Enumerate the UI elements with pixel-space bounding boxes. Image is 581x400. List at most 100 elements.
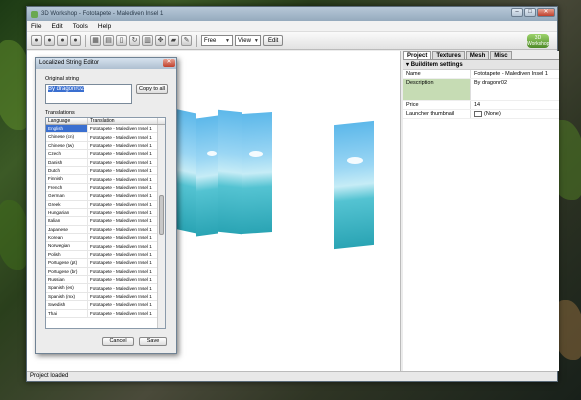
table-row[interactable]: Finnish Fototapete - Malediven Insel 1 [46,175,165,184]
translation-cell[interactable]: Fototapete - Malediven Insel 1 [88,311,158,316]
property-row-name[interactable]: Name Fototapete - Malediven Insel 1 [403,70,559,79]
language-cell[interactable]: Chinese (tw) [46,141,88,150]
translation-cell[interactable]: Fototapete - Malediven Insel 1 [88,143,158,148]
table-row[interactable]: Spanish (es) Fototapete - Malediven Insel… [46,284,165,293]
original-string-input[interactable]: By dragonr02 [45,84,132,104]
maximize-button[interactable]: □ [524,8,536,17]
table-row[interactable]: German Fototapete - Malediven Insel 1 [46,192,165,201]
language-cell[interactable]: Greek [46,200,88,208]
table-row[interactable]: Czech Fototapete - Malediven Insel 1 [46,150,165,159]
translation-cell[interactable]: Fototapete - Malediven Insel 1 [88,126,158,131]
page-icon[interactable]: ▯ [116,35,127,46]
menu-help[interactable]: Help [98,23,111,30]
property-row-price[interactable]: Price 14 [403,101,559,110]
menu-edit[interactable]: Edit [51,23,62,30]
table-row[interactable]: Portugese (br) Fototapete - Malediven Ins… [46,267,165,277]
translation-cell[interactable]: Fototapete - Malediven Insel 1 [88,227,158,232]
copy-to-all-button[interactable]: Copy to all [136,84,168,94]
table-row[interactable]: Dutch Fototapete - Malediven Insel 1 [46,166,165,176]
translation-cell[interactable]: Fototapete - Malediven Insel 1 [88,151,158,156]
language-cell[interactable]: Polish [46,250,88,259]
column-translation[interactable]: Translation [88,118,158,124]
language-cell[interactable]: Swedish [46,301,88,309]
dialog-title-bar[interactable]: Localized String Editor ✕ [36,58,176,69]
translation-cell[interactable]: Fototapete - Malediven Insel 1 [88,160,158,165]
move-icon[interactable]: ✥ [155,35,166,46]
language-cell[interactable]: Chinese (cn) [46,133,88,141]
translation-cell[interactable]: Fototapete - Malediven Insel 1 [88,269,158,274]
scrollbar-thumb[interactable] [159,195,164,235]
pencil-icon[interactable]: ✎ [181,35,192,46]
table-row[interactable]: Greek Fototapete - Malediven Insel 1 [46,200,165,209]
translation-cell[interactable]: Fototapete - Malediven Insel 1 [88,244,158,249]
title-bar[interactable]: 3D Workshop - Fototapete - Malediven Ins… [27,7,557,21]
cancel-button[interactable]: Cancel [102,337,134,346]
language-cell[interactable]: Hungarian [46,208,88,217]
rotate-icon[interactable]: ↻ [129,35,140,46]
translation-cell[interactable]: Fototapete - Malediven Insel 1 [88,193,158,198]
language-cell[interactable]: Thai [46,309,88,317]
minimize-button[interactable]: – [511,8,523,17]
thumbnail-swatch[interactable] [474,111,482,117]
translation-cell[interactable]: Fototapete - Malediven Insel 1 [88,210,158,215]
close-button[interactable]: ✕ [537,8,555,17]
translation-cell[interactable]: Fototapete - Malediven Insel 1 [88,135,158,140]
language-cell[interactable]: Spanish (mx) [46,292,88,301]
table-row[interactable]: Japanese Fototapete - Malediven Insel 1 [46,225,165,235]
open-icon[interactable]: ● [44,35,55,46]
table-row[interactable]: Korean Fototapete - Malediven Insel 1 [46,234,165,243]
document-icon[interactable]: ▤ [103,35,114,46]
language-cell[interactable]: Portugese (pt) [46,259,88,267]
table-row[interactable]: Swedish Fototapete - Malediven Insel 1 [46,301,165,310]
paint-icon[interactable]: ▰ [168,35,179,46]
table-row[interactable]: Danish Fototapete - Malediven Insel 1 [46,158,165,167]
export-icon[interactable]: ● [70,35,81,46]
translation-cell[interactable]: Fototapete - Malediven Insel 1 [88,235,158,240]
layout-icon[interactable]: ▥ [142,35,153,46]
tab-misc[interactable]: Misc [490,51,512,59]
translation-cell[interactable]: Fototapete - Malediven Insel 1 [88,168,158,173]
translation-cell[interactable]: Fototapete - Malediven Insel 1 [88,218,158,223]
translation-cell[interactable]: Fototapete - Malediven Insel 1 [88,277,158,282]
property-row-description[interactable]: Description By dragonr02 [403,79,559,101]
language-cell[interactable]: Italian [46,217,88,225]
language-cell[interactable]: French [46,183,88,192]
language-cell[interactable]: English [46,125,88,133]
grid-icon[interactable]: ▦ [90,35,101,46]
table-row[interactable]: Russian Fototapete - Malediven Insel 1 [46,276,165,285]
menu-file[interactable]: File [31,23,41,30]
save-icon[interactable]: ● [57,35,68,46]
edit-button[interactable]: Edit [263,35,284,46]
new-icon[interactable]: ● [31,35,42,46]
table-row[interactable]: Italian Fototapete - Malediven Insel 1 [46,217,165,226]
translation-cell[interactable]: Fototapete - Malediven Insel 1 [88,202,158,207]
column-language[interactable]: Language [46,118,88,124]
translation-cell[interactable]: Fototapete - Malediven Insel 1 [88,185,158,190]
translation-cell[interactable]: Fototapete - Malediven Insel 1 [88,177,158,182]
table-row[interactable]: French Fototapete - Malediven Insel 1 [46,183,165,193]
language-cell[interactable]: Finnish [46,175,88,183]
table-row[interactable]: Portugese (pt) Fototapete - Malediven Ins… [46,259,165,268]
table-row[interactable]: Spanish (mx) Fototapete - Malediven Insel… [46,292,165,302]
translation-cell[interactable]: Fototapete - Malediven Insel 1 [88,260,158,265]
save-button[interactable]: Save [139,337,167,346]
table-row[interactable]: Hungarian Fototapete - Malediven Insel 1 [46,208,165,218]
menu-tools[interactable]: Tools [73,23,88,30]
language-cell[interactable]: German [46,192,88,200]
property-row-thumbnail[interactable]: Launcher thumbnail (None) [403,110,559,119]
dialog-close-button[interactable]: ✕ [163,59,175,67]
view-select[interactable]: View ▼ [235,35,261,46]
language-cell[interactable]: Dutch [46,166,88,175]
translations-table[interactable]: Language Translation English Fototapete -… [45,117,166,329]
tab-project[interactable]: Project [403,51,432,59]
language-cell[interactable]: Spanish (es) [46,284,88,292]
table-row[interactable]: Thai Fototapete - Malediven Insel 1 [46,309,165,318]
language-cell[interactable]: Norwegian [46,242,88,250]
table-scrollbar[interactable] [157,125,165,328]
table-row[interactable]: Norwegian Fototapete - Malediven Insel 1 [46,242,165,251]
translation-cell[interactable]: Fototapete - Malediven Insel 1 [88,302,158,307]
translation-cell[interactable]: Fototapete - Malediven Insel 1 [88,294,158,299]
camera-mode-select[interactable]: Free ▼ [201,35,233,46]
language-cell[interactable]: Czech [46,150,88,158]
tab-textures[interactable]: Textures [432,51,465,59]
